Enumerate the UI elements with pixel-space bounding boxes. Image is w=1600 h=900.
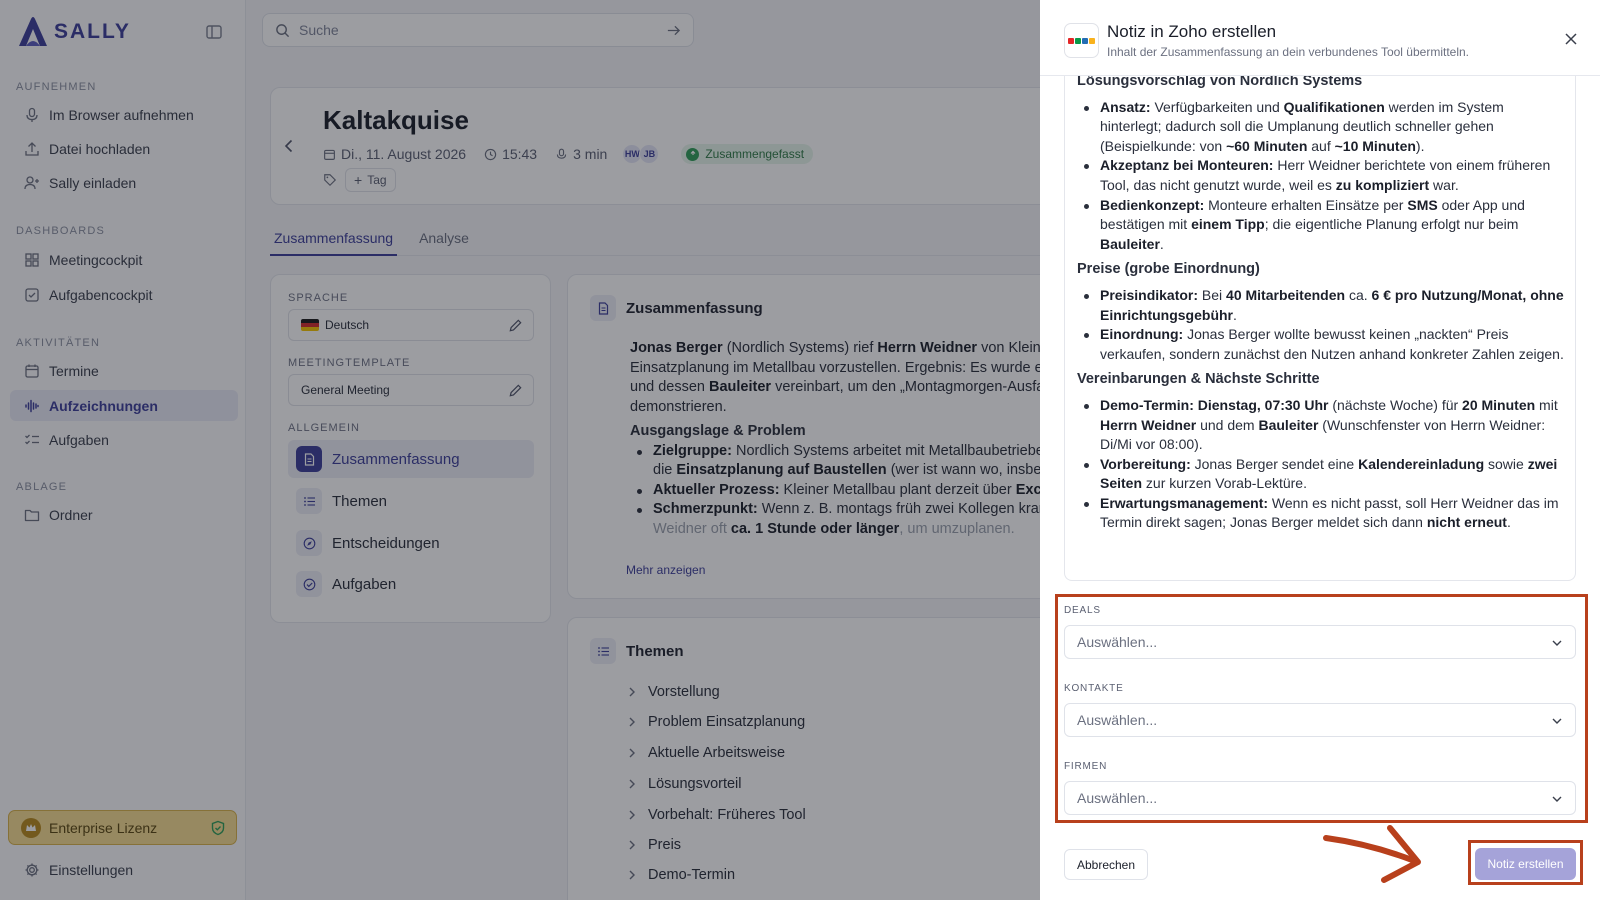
zoho-logo-icon	[1064, 23, 1099, 58]
zoho-note-drawer: Lösungsvorschlag von Nordlich Systems An…	[1040, 0, 1600, 900]
text: .	[1233, 306, 1237, 323]
bold-text: Seiten	[1100, 475, 1143, 492]
text: (Beispielkunde: von	[1100, 137, 1227, 154]
text: Wenn es nicht passt, soll Herr Weidner d…	[1268, 494, 1559, 511]
deals-select[interactable]: Auswählen...	[1064, 625, 1576, 659]
text: Termin direkt sagen; Jonas Berger meldet…	[1100, 514, 1427, 531]
text: .	[1159, 235, 1164, 252]
bold-text: ~10 Minuten	[1334, 137, 1416, 154]
text: ; die eigentliche Planung erfolgt nur be…	[1264, 216, 1519, 233]
text: Di/Mi vor 08:00).	[1100, 436, 1203, 453]
contacts-label: KONTAKTE	[1064, 683, 1124, 694]
bold-text: zwei	[1527, 455, 1558, 472]
list-item: Erwartungsmanagement: Wenn es nicht pass…	[1077, 494, 1567, 533]
bold-text: 6 € pro Nutzung/Monat, ohne	[1371, 286, 1564, 303]
note-heading: Preise (grobe Einordnung)	[1077, 261, 1260, 278]
deals-select-value: Auswählen...	[1077, 634, 1158, 650]
bold-text: 40 Mitarbeitenden	[1226, 286, 1346, 303]
text: bestätigen mit	[1100, 216, 1192, 233]
text: ca.	[1345, 286, 1372, 303]
text: ).	[1415, 137, 1425, 154]
text: war.	[1429, 176, 1459, 193]
list-item: Preisindikator: Bei 40 Mitarbeitenden ca…	[1077, 286, 1567, 325]
text: .	[1506, 514, 1511, 531]
bold-text: Bauleiter	[1100, 235, 1160, 252]
text: Bei	[1198, 286, 1227, 303]
text: Jonas Berger wollte bewusst keinen „nack…	[1183, 326, 1509, 343]
bold-text: Demo-Termin:	[1100, 396, 1194, 413]
chevron-down-icon	[1552, 640, 1562, 646]
text: Verfügbarkeiten und	[1150, 98, 1284, 115]
bold-text: Einrichtungsgebühr	[1100, 306, 1233, 323]
bold-text: einem Tipp	[1191, 216, 1265, 233]
bold-text: Qualifikationen	[1283, 98, 1385, 115]
text: Jonas Berger sendet eine	[1190, 455, 1359, 472]
bold-text: Erwartungsmanagement:	[1100, 494, 1269, 511]
contacts-select[interactable]: Auswählen...	[1064, 703, 1576, 737]
chevron-down-icon	[1552, 796, 1562, 802]
list-item: Ansatz: Verfügbarkeiten und Qualifikatio…	[1077, 98, 1567, 157]
note-preview-text: Lösungsvorschlag von Nordlich Systems An…	[1077, 72, 1567, 533]
bold-text: zu kompliziert	[1335, 176, 1430, 193]
companies-select[interactable]: Auswählen...	[1064, 781, 1576, 815]
close-icon[interactable]	[1564, 32, 1578, 46]
list-item: Vorbereitung: Jonas Berger sendet eine K…	[1077, 455, 1567, 494]
text: verkaufen, sondern zunächst den Nutzen a…	[1100, 345, 1564, 362]
text: (Wunschfenster von Herrn Weidner:	[1318, 416, 1546, 433]
note-heading: Vereinbarungen & Nächste Schritte	[1077, 371, 1320, 388]
list-item: Bedienkonzept: Monteure erhalten Einsätz…	[1077, 196, 1567, 255]
text: auf	[1307, 137, 1335, 154]
bold-text: Bedienkonzept:	[1100, 196, 1205, 213]
drawer-header: Notiz in Zoho erstellen Inhalt der Zusam…	[1040, 0, 1600, 76]
modal-backdrop[interactable]	[0, 0, 1040, 900]
bold-text: SMS	[1407, 196, 1438, 213]
text: zur kurzen Vorab-Lektüre.	[1142, 475, 1307, 492]
text: werden im System	[1384, 98, 1504, 115]
create-note-button[interactable]: Notiz erstellen	[1475, 848, 1576, 880]
bold-text: Einordnung:	[1100, 326, 1184, 343]
bold-text: 20 Minuten	[1462, 396, 1536, 413]
text: hinterlegt; dadurch soll die Umplanung d…	[1100, 118, 1494, 135]
bold-text: nicht erneut	[1426, 514, 1507, 531]
bold-text: Herrn Weidner	[1100, 416, 1197, 433]
text: oder App und	[1437, 196, 1525, 213]
companies-select-value: Auswählen...	[1077, 790, 1158, 806]
list-item: Akzeptanz bei Monteuren: Herr Weidner be…	[1077, 156, 1567, 195]
note-preview: Lösungsvorschlag von Nordlich Systems An…	[1064, 56, 1576, 581]
bold-text: Preisindikator:	[1100, 286, 1199, 303]
text: (nächste Woche) für	[1328, 396, 1463, 413]
drawer-subtitle: Inhalt der Zusammenfassung an dein verbu…	[1107, 45, 1469, 59]
chevron-down-icon	[1552, 718, 1562, 724]
text: sowie	[1484, 455, 1528, 472]
bold-text: Vorbereitung:	[1100, 455, 1191, 472]
text: mit	[1535, 396, 1558, 413]
text: und dem	[1196, 416, 1259, 433]
drawer-title: Notiz in Zoho erstellen	[1107, 22, 1277, 41]
text: Tool, das nicht genutzt wurde, weil es	[1100, 176, 1336, 193]
text: Herr Weidner berichtete von einem früher…	[1273, 157, 1551, 174]
companies-label: FIRMEN	[1064, 761, 1108, 772]
bold-text: Dienstag, 07:30 Uhr	[1193, 396, 1329, 413]
list-item: Demo-Termin: Dienstag, 07:30 Uhr (nächst…	[1077, 396, 1567, 455]
cancel-button[interactable]: Abbrechen	[1064, 849, 1148, 880]
list-item: Einordnung: Jonas Berger wollte bewusst …	[1077, 325, 1567, 364]
text: Monteure erhalten Einsätze per	[1204, 196, 1408, 213]
deals-label: DEALS	[1064, 605, 1101, 616]
bold-text: Bauleiter	[1258, 416, 1319, 433]
bold-text: Ansatz:	[1100, 98, 1151, 115]
bold-text: ~60 Minuten	[1226, 137, 1308, 154]
bold-text: Akzeptanz bei Monteuren:	[1100, 157, 1274, 174]
bold-text: Kalendereinladung	[1358, 455, 1485, 472]
contacts-select-value: Auswählen...	[1077, 712, 1158, 728]
